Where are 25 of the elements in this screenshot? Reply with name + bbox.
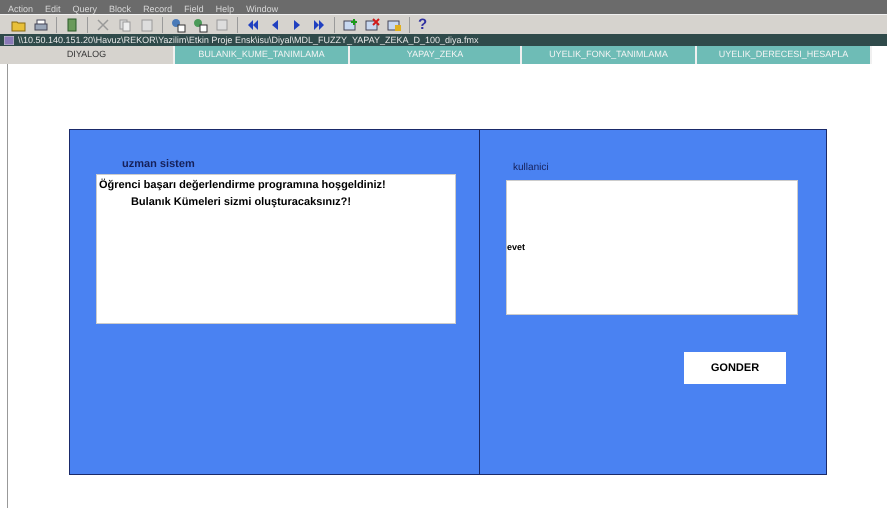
menu-item[interactable]: Block (109, 4, 132, 14)
menu-item[interactable]: Edit (45, 4, 61, 14)
menu-item[interactable]: Action (8, 4, 34, 14)
tab[interactable]: UYELIK_DERECESI_HESAPLA (697, 46, 872, 64)
menu-item[interactable]: Query (72, 4, 98, 14)
expert-label: uzman sistem (122, 157, 196, 172)
menu-item[interactable]: Field (184, 4, 204, 14)
menu-item[interactable]: Window (246, 4, 278, 14)
file-path: \\10.50.140.151.20\Havuz\REKOR\Yazilim\Etkin Proje Ensk\isu\Diyal\MDL_FUZZY_YAPAY_ZEKA_D_100_diya.fmx (18, 35, 479, 45)
menu-item[interactable]: Help (216, 4, 234, 14)
user-label: kullanici (513, 161, 550, 175)
tab[interactable]: DIYALOG (0, 46, 175, 64)
tab[interactable]: UYELIK_FONK_TANIMLAMA (522, 46, 697, 64)
message-line: Bulanık Kümeleri sizmi oluşturacaksınız?! (130, 195, 352, 210)
message-line: Öğrenci başarı değerlendirme programına hoşgeldiniz! (98, 178, 387, 193)
input-value: evet (507, 240, 526, 254)
delete-record-icon[interactable] (364, 16, 380, 32)
insert-record-icon[interactable] (342, 16, 358, 32)
send-button[interactable]: GONDER (684, 352, 786, 384)
printer-icon[interactable] (33, 16, 49, 32)
help-icon[interactable]: ? (418, 16, 428, 32)
menu-item[interactable]: Record (143, 4, 172, 14)
tab[interactable]: BULANIK_KUME_TANIMLAMA (175, 46, 350, 64)
tab[interactable]: YAPAY_ZEKA (350, 46, 522, 64)
user-input-area[interactable]: evet (506, 180, 798, 315)
